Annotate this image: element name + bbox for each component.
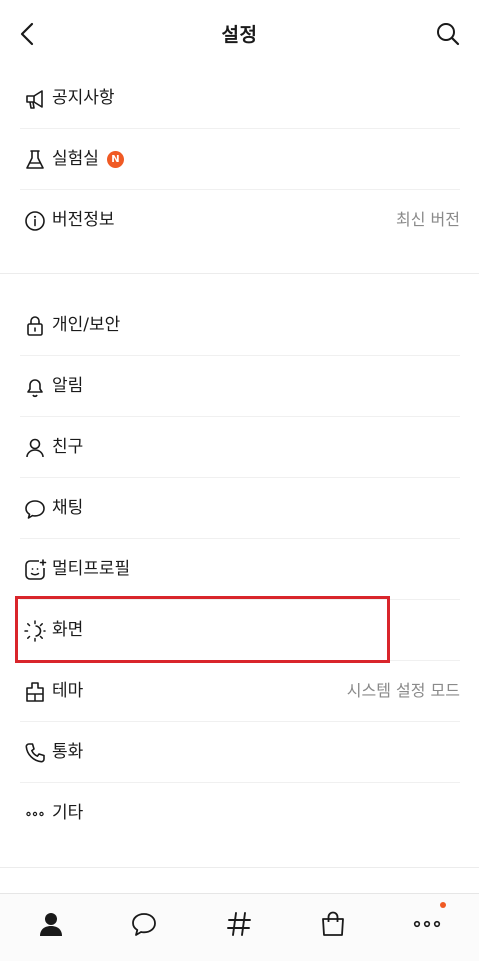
settings-item-label-wrap: 실험실 N	[52, 147, 124, 171]
highlight-box	[15, 596, 390, 663]
settings-item-label: 채팅	[52, 498, 84, 518]
settings-item-version[interactable]: 버전정보 최신 버전	[20, 190, 460, 251]
version-status: 최신 버전	[396, 210, 460, 229]
bell-icon	[22, 374, 48, 400]
theme-icon	[22, 679, 48, 705]
bottom-tab-bar	[0, 893, 479, 961]
settings-item-theme[interactable]: 테마 시스템 설정 모드	[20, 661, 460, 722]
friends-tab-icon[interactable]	[35, 908, 67, 940]
search-icon[interactable]	[435, 21, 461, 47]
more-horizontal-icon	[22, 801, 48, 827]
more-tab-icon[interactable]	[411, 902, 446, 940]
chat-bubble-icon	[22, 496, 48, 522]
multi-profile-icon	[22, 557, 48, 583]
shopping-tab-icon[interactable]	[317, 908, 349, 940]
settings-item-label: 통화	[52, 742, 84, 762]
notification-dot	[440, 902, 446, 908]
settings-item-notifications[interactable]: 알림	[20, 356, 460, 417]
settings-item-etc[interactable]: 기타	[20, 783, 460, 844]
new-badge: N	[106, 151, 124, 168]
page-title: 설정	[221, 24, 258, 46]
settings-item-label: 버전정보	[52, 210, 115, 230]
person-icon	[22, 435, 48, 461]
settings-item-label: 기타	[52, 803, 84, 823]
settings-item-friends[interactable]: 친구	[20, 417, 460, 478]
phone-icon	[22, 740, 48, 766]
settings-item-label: 테마	[52, 681, 84, 701]
section-divider	[0, 273, 479, 274]
megaphone-icon	[22, 86, 48, 112]
chats-tab-icon[interactable]	[128, 908, 160, 940]
settings-item-lab[interactable]: 실험실 N	[20, 129, 460, 190]
settings-item-label: 공지사항	[52, 88, 115, 108]
lock-icon	[22, 313, 48, 339]
settings-item-notice[interactable]: 공지사항	[20, 68, 460, 129]
header-bar: 설정	[0, 0, 479, 68]
theme-mode-value: 시스템 설정 모드	[346, 681, 460, 700]
settings-item-multiprofile[interactable]: 멀티프로필	[20, 539, 460, 600]
settings-item-call[interactable]: 통화	[20, 722, 460, 783]
settings-item-label: 멀티프로필	[52, 559, 131, 579]
hashtag-tab-icon[interactable]	[223, 908, 255, 940]
settings-item-label: 개인/보안	[52, 315, 121, 335]
settings-item-label: 실험실	[52, 149, 99, 169]
settings-item-privacy[interactable]: 개인/보안	[20, 295, 460, 356]
flask-icon	[22, 147, 48, 173]
settings-item-label: 친구	[52, 437, 84, 457]
info-icon	[22, 208, 48, 234]
settings-item-label: 알림	[52, 376, 84, 396]
settings-item-chat[interactable]: 채팅	[20, 478, 460, 539]
section-divider	[0, 867, 479, 868]
